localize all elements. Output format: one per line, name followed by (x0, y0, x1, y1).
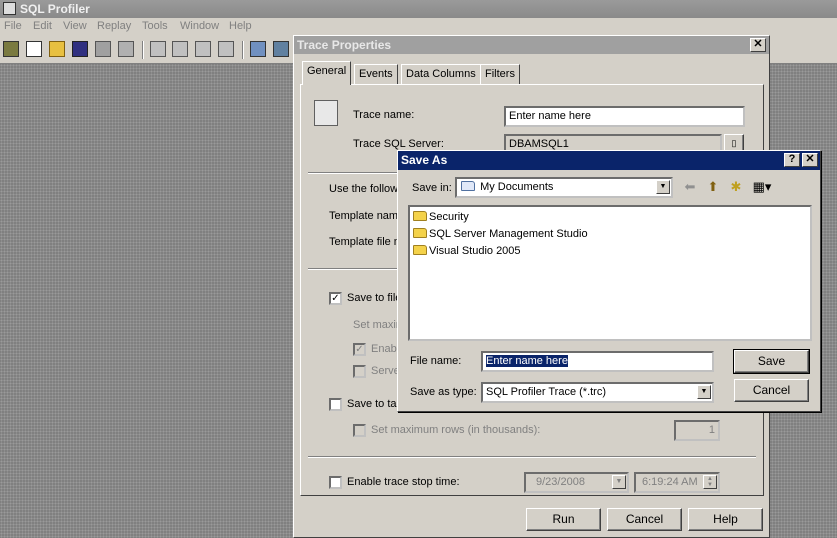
save-to-table-label: Save to tal (347, 398, 399, 410)
new-document-icon[interactable] (26, 41, 42, 57)
enable-rollover-checkbox: ✓ (353, 343, 366, 356)
arrange-icon[interactable] (218, 41, 234, 57)
template-name-label: Template nam (329, 210, 399, 222)
set-max-rows-checkbox (353, 424, 366, 437)
server-processes-label: Serve (371, 365, 400, 377)
trace-name-input[interactable]: Enter name here (504, 106, 745, 127)
stop-date-picker: 9/23/2008 ▼ (524, 472, 629, 493)
close-icon[interactable]: ✕ (802, 153, 818, 167)
close-icon[interactable]: ✕ (750, 38, 766, 52)
tab-general[interactable]: General (302, 61, 352, 85)
menu-file[interactable]: File (4, 20, 22, 32)
save-type-label: Save as type: (410, 386, 477, 398)
help-icon[interactable]: ? (784, 153, 800, 167)
properties-icon[interactable] (95, 41, 111, 57)
tile-horizontal-icon[interactable] (172, 41, 188, 57)
save-in-label: Save in: (412, 182, 452, 194)
save-to-file-label: Save to file (347, 292, 402, 304)
set-max-rows-label: Set maximum rows (in thousands): (371, 424, 541, 436)
save-type-dropdown[interactable]: SQL Profiler Trace (*.trc) ▼ (481, 382, 714, 403)
cascade-icon[interactable] (150, 41, 166, 57)
menu-view[interactable]: View (63, 20, 87, 32)
dialog-title: Trace Properties (297, 38, 392, 52)
open-folder-icon[interactable] (49, 41, 65, 57)
menu-bar: File Edit View Replay Tools Window Help (0, 18, 837, 36)
trace-server-label: Trace SQL Server: (353, 138, 444, 150)
tile-vertical-icon[interactable] (195, 41, 211, 57)
folder-icon (413, 228, 427, 238)
run-button[interactable]: Run (526, 508, 601, 531)
server-processes-checkbox (353, 365, 366, 378)
app-title-bar: SQL Profiler (0, 0, 837, 18)
menu-replay[interactable]: Replay (97, 20, 131, 32)
toolbar-separator (242, 41, 244, 59)
app-icon (3, 2, 16, 15)
enable-stop-time-checkbox[interactable] (329, 476, 342, 489)
file-list[interactable]: Security SQL Server Management Studio Vi… (408, 205, 812, 341)
replay-icon[interactable] (250, 41, 266, 57)
trace-name-label: Trace name: (353, 109, 415, 121)
cancel-button[interactable]: Cancel (607, 508, 682, 531)
chevron-down-icon: ▼ (612, 475, 626, 489)
tab-events[interactable]: Events (354, 64, 398, 84)
enable-stop-time-label: Enable trace stop time: (347, 476, 460, 488)
save-type-value: SQL Profiler Trace (*.trc) (486, 386, 607, 398)
save-in-dropdown[interactable]: My Documents ▼ (455, 177, 673, 198)
list-item[interactable]: SQL Server Management Studio (413, 228, 588, 240)
find-icon[interactable] (118, 41, 134, 57)
menu-tools[interactable]: Tools (142, 20, 168, 32)
folder-icon (413, 245, 427, 255)
file-name-input[interactable]: Enter name here (481, 351, 714, 372)
enable-rollover-label: Enab (371, 343, 397, 355)
save-as-title-bar: Save As (398, 151, 820, 170)
dialog-title: Save As (401, 153, 448, 167)
stop-date-value: 9/23/2008 (536, 476, 585, 488)
app-title: SQL Profiler (20, 2, 90, 16)
up-folder-icon[interactable]: ⬆ (704, 179, 722, 195)
menu-help[interactable]: Help (229, 20, 252, 32)
list-item[interactable]: Visual Studio 2005 (413, 245, 521, 257)
file-name-label: File name: (410, 355, 462, 367)
menu-window[interactable]: Window (180, 20, 219, 32)
template-file-label: Template file n (329, 236, 400, 248)
toolbar-separator (142, 41, 144, 59)
chevron-down-icon: ▼ (656, 180, 670, 194)
my-documents-icon (461, 181, 475, 191)
menu-edit[interactable]: Edit (33, 20, 52, 32)
save-to-table-checkbox[interactable] (329, 398, 342, 411)
query-analyzer-icon[interactable] (273, 41, 289, 57)
save-icon[interactable] (72, 41, 88, 57)
new-folder-icon[interactable]: ✱ (727, 179, 745, 195)
stop-time-spinner: 6:19:24 AM ▲ ▼ (634, 472, 720, 493)
file-name-value: Enter name here (486, 355, 568, 367)
back-arrow-icon[interactable]: ⬅ (681, 179, 699, 195)
save-button[interactable]: Save (733, 349, 810, 374)
tab-data-columns[interactable]: Data Columns (401, 64, 481, 84)
tab-filters[interactable]: Filters (480, 64, 520, 84)
trace-icon (314, 100, 338, 126)
spinner-arrows-icon: ▲ ▼ (703, 475, 717, 489)
cancel-button[interactable]: Cancel (734, 379, 809, 402)
chevron-down-icon: ▼ (697, 385, 711, 399)
folder-icon (413, 211, 427, 221)
view-menu-icon[interactable]: ▦▾ (750, 179, 774, 195)
use-following-label: Use the followi (329, 183, 401, 195)
help-button[interactable]: Help (688, 508, 763, 531)
new-trace-icon[interactable] (3, 41, 19, 57)
save-in-value: My Documents (480, 181, 554, 193)
list-item[interactable]: Security (413, 211, 469, 223)
stop-time-value: 6:19:24 AM (642, 476, 698, 488)
save-to-file-checkbox[interactable]: ✓ (329, 292, 342, 305)
divider (308, 456, 756, 458)
max-rows-input: 1 (674, 420, 720, 441)
save-as-dialog: Save As ? ✕ Save in: My Documents ▼ ⬅ ⬆ … (397, 150, 821, 412)
trace-properties-title-bar: Trace Properties (294, 36, 769, 54)
